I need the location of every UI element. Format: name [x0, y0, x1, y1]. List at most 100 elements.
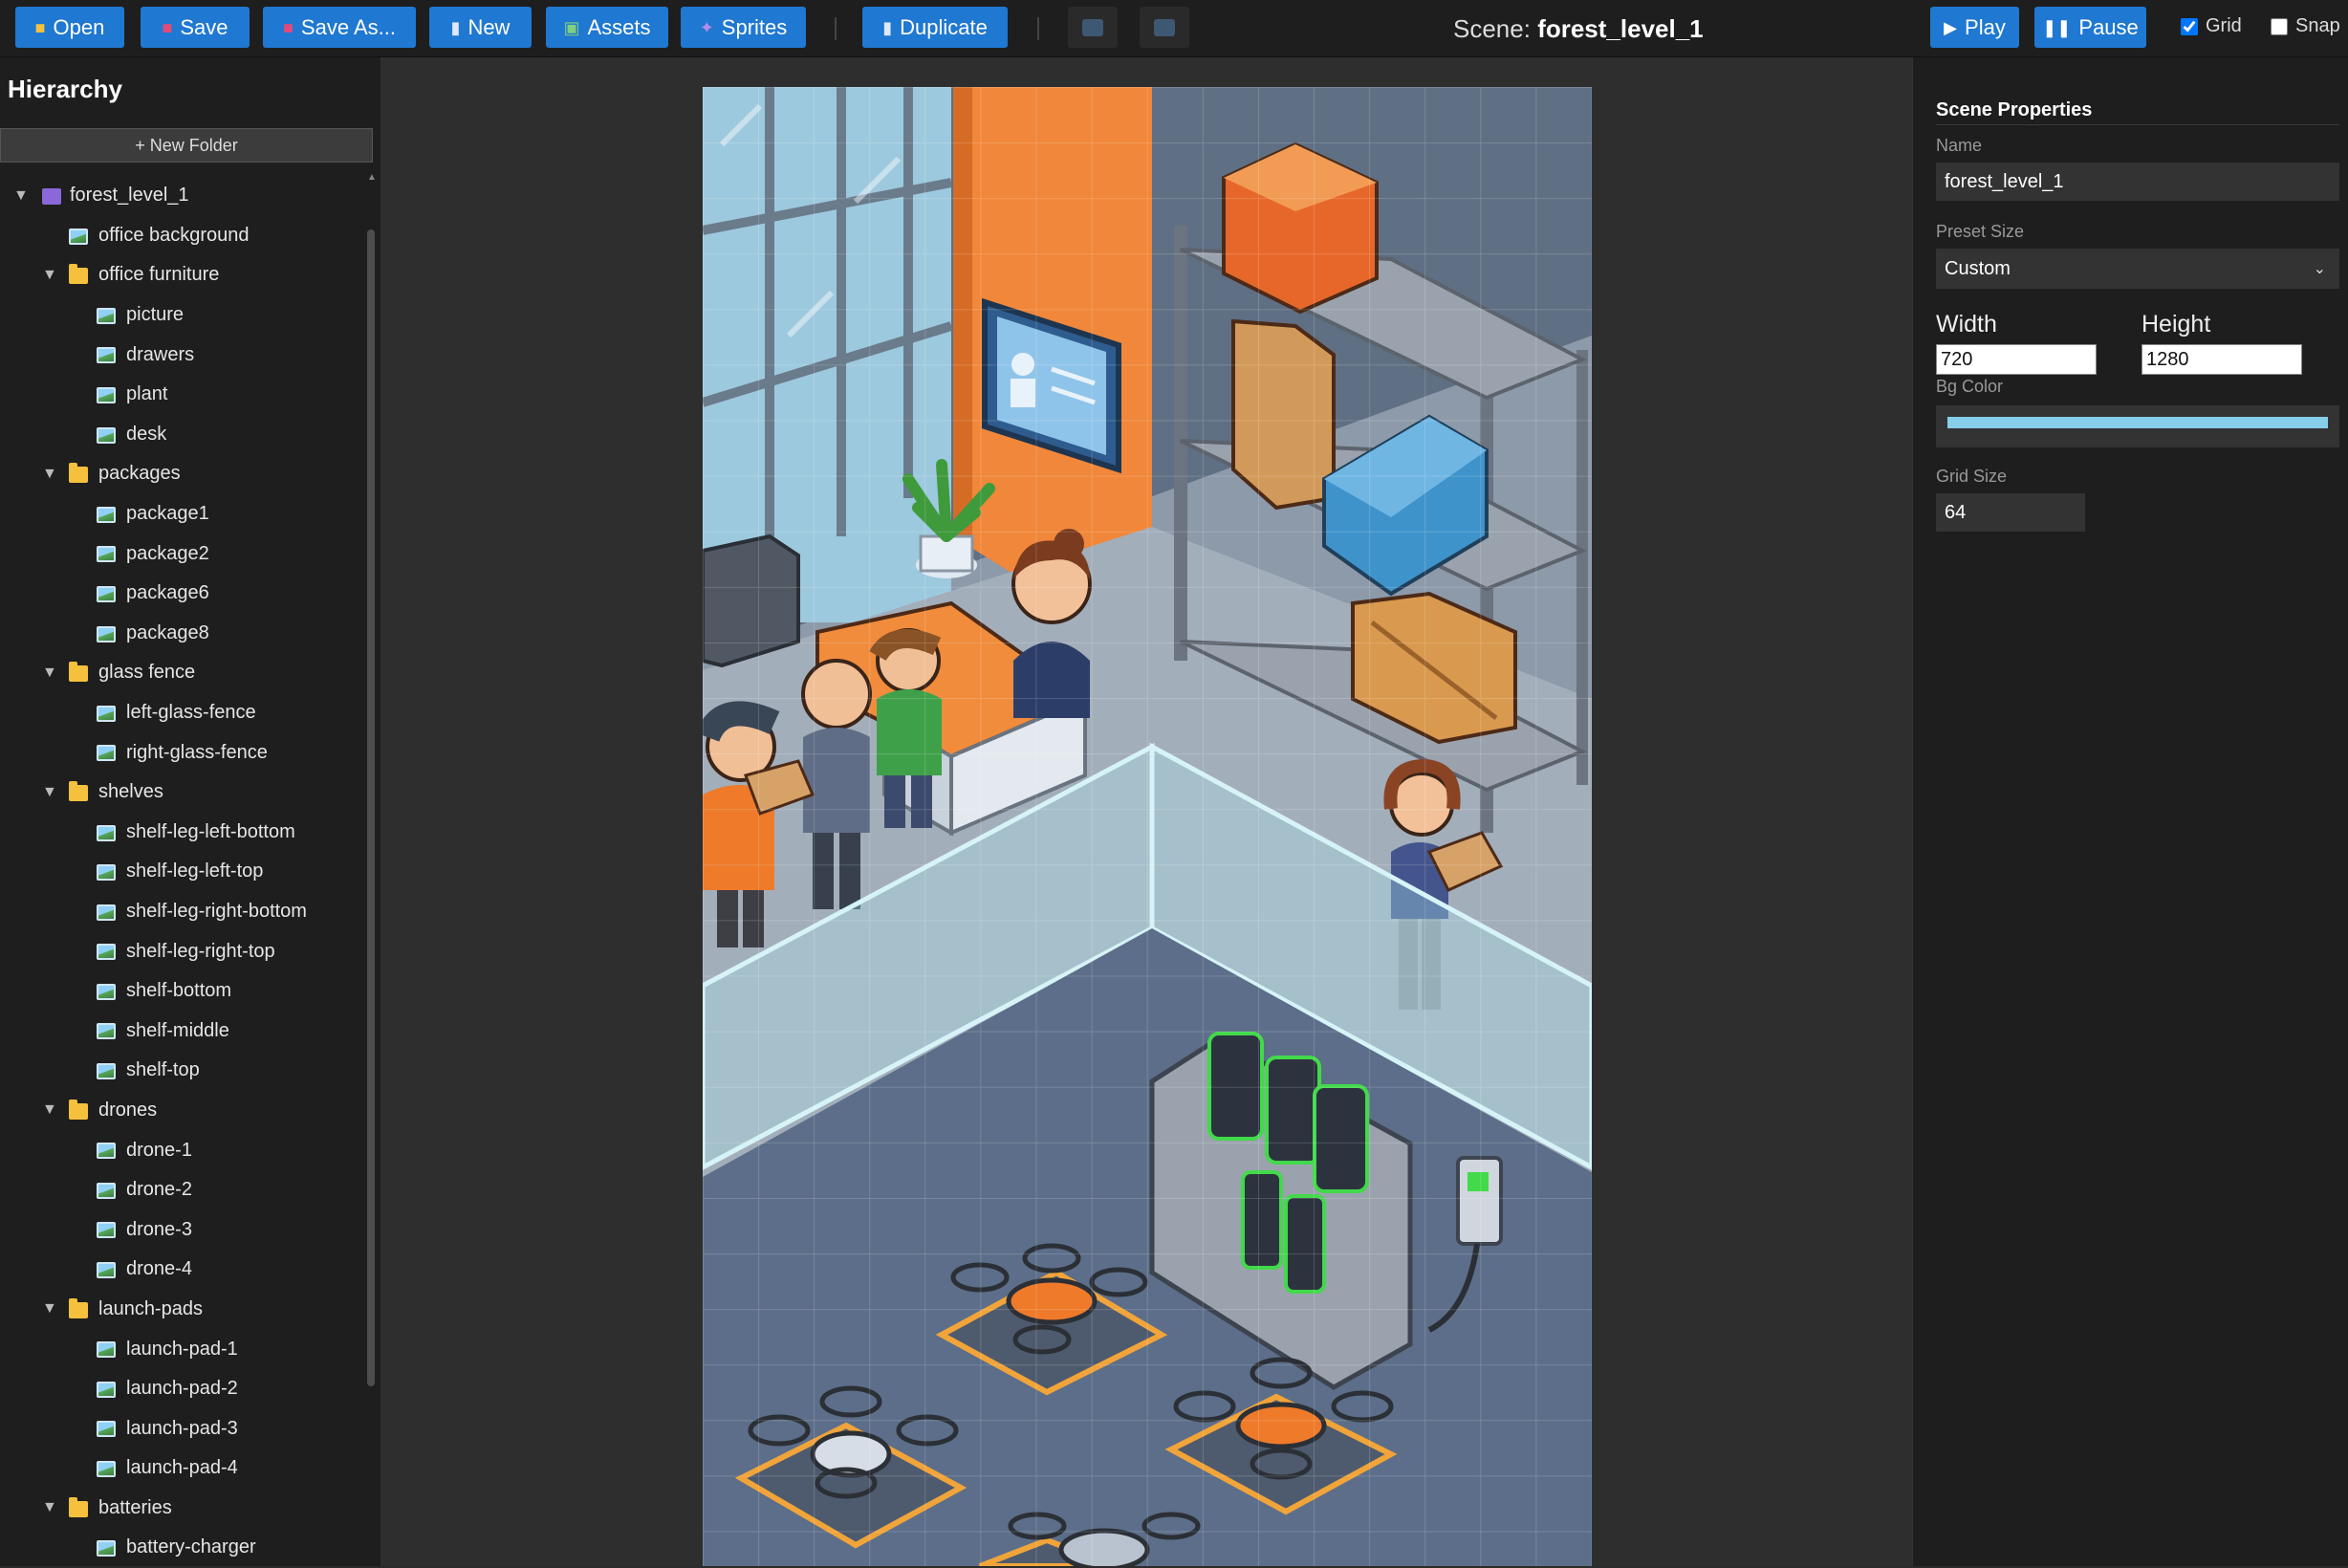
image-icon	[97, 904, 116, 921]
toolbar-divider	[1037, 17, 1039, 40]
scene-name-input[interactable]: forest_level_1	[1936, 163, 2339, 201]
new-folder-button[interactable]: + New Folder	[0, 128, 373, 163]
expand-arrow-icon[interactable]: ▼	[42, 1101, 57, 1119]
tree-item[interactable]: shelf-middle	[0, 1011, 367, 1051]
tree-item[interactable]: right-glass-fence	[0, 732, 367, 773]
document-icon: ▮	[882, 17, 893, 37]
tree-item[interactable]: office background	[0, 216, 367, 256]
sprites-label: Sprites	[721, 14, 788, 39]
duplicate-label: Duplicate	[900, 14, 988, 39]
sprites-icon: ✦	[699, 17, 714, 37]
tree-item-label: plant	[126, 383, 168, 405]
tree-item[interactable]: shelf-leg-right-bottom	[0, 892, 367, 932]
tree-item[interactable]: battery-charger	[0, 1528, 367, 1568]
image-icon: ▣	[563, 17, 580, 37]
tree-item-label: shelf-leg-left-top	[126, 860, 264, 882]
play-button[interactable]: ▶ Play	[1930, 7, 2019, 48]
tree-folder[interactable]: ▼ drones	[0, 1091, 367, 1131]
save-button[interactable]: ■ Save	[141, 7, 250, 48]
tree-item[interactable]: left-glass-fence	[0, 693, 367, 733]
save-as-button[interactable]: ■ Save As...	[263, 7, 416, 48]
tree-item[interactable]: drawers	[0, 335, 367, 375]
tree-item[interactable]: shelf-leg-right-top	[0, 931, 367, 971]
tree-item-label: launch-pad-2	[126, 1378, 238, 1400]
tree-item[interactable]: shelf-bottom	[0, 971, 367, 1012]
tree-scene[interactable]: ▼ forest_level_1	[0, 176, 367, 216]
tree-item[interactable]: plant	[0, 375, 367, 415]
tree-item[interactable]: drone-3	[0, 1209, 367, 1250]
snap-checkbox[interactable]	[2271, 17, 2288, 35]
tree-item-label: office furniture	[98, 264, 220, 286]
duplicate-button[interactable]: ▮ Duplicate	[862, 7, 1008, 48]
width-input[interactable]: 720	[1936, 344, 2097, 375]
tree-item[interactable]: drone-2	[0, 1170, 367, 1210]
folder-icon	[69, 1496, 88, 1517]
grid-checkbox[interactable]	[2181, 17, 2198, 35]
snap-toggle[interactable]: Snap	[2271, 15, 2340, 37]
folder-icon	[69, 662, 88, 683]
image-icon	[97, 1262, 116, 1279]
undo-button[interactable]	[1068, 7, 1118, 48]
canvas-area[interactable]	[380, 57, 1912, 1566]
expand-arrow-icon[interactable]: ▼	[42, 664, 57, 682]
expand-arrow-icon[interactable]: ▼	[42, 784, 57, 801]
height-input[interactable]: 1280	[2141, 344, 2302, 375]
tree-item-label: shelf-middle	[126, 1019, 229, 1041]
tree-folder[interactable]: ▼ shelves	[0, 773, 367, 813]
tree-item[interactable]: shelf-top	[0, 1051, 367, 1091]
tree-folder[interactable]: ▼ batteries	[0, 1489, 367, 1529]
tree-folder[interactable]: ▼ glass fence	[0, 653, 367, 693]
bg-color-picker[interactable]	[1936, 405, 2339, 447]
redo-icon	[1154, 18, 1175, 36]
new-button[interactable]: ▮ New	[429, 7, 532, 48]
image-icon	[97, 983, 116, 1000]
folder-icon	[69, 1099, 88, 1120]
expand-arrow-icon[interactable]: ▼	[42, 1300, 57, 1318]
scroll-up-arrow[interactable]: ▲	[367, 172, 377, 183]
image-icon	[97, 1182, 116, 1199]
image-icon	[97, 944, 116, 961]
image-icon	[97, 386, 116, 403]
expand-arrow-icon[interactable]: ▼	[42, 1499, 57, 1516]
grid-size-input[interactable]: 64	[1936, 493, 2085, 532]
grid-toggle[interactable]: Grid	[2181, 15, 2242, 37]
expand-arrow-icon[interactable]: ▼	[42, 466, 57, 483]
redo-button[interactable]	[1140, 7, 1189, 48]
pause-button[interactable]: ❚❚ Pause	[2034, 7, 2146, 48]
tree-item[interactable]: package2	[0, 534, 367, 574]
scene-canvas[interactable]	[703, 87, 1592, 1566]
tree-item[interactable]: launch-pad-3	[0, 1408, 367, 1448]
image-icon	[97, 1421, 116, 1438]
tree-item[interactable]: package8	[0, 614, 367, 654]
sprites-button[interactable]: ✦ Sprites	[681, 7, 806, 48]
open-button[interactable]: ■ Open	[15, 7, 124, 48]
tree-item[interactable]: launch-pad-1	[0, 1329, 367, 1369]
tree-item[interactable]: shelf-leg-left-top	[0, 852, 367, 892]
tree-item-label: shelf-top	[126, 1059, 200, 1081]
tree-item[interactable]: package1	[0, 494, 367, 534]
tree-item[interactable]: shelf-leg-left-bottom	[0, 813, 367, 853]
tree-item[interactable]: launch-pad-2	[0, 1369, 367, 1409]
preset-size-select[interactable]: Custom ⌄	[1936, 249, 2339, 289]
tree-item[interactable]: package6	[0, 574, 367, 614]
tree-folder[interactable]: ▼ launch-pads	[0, 1290, 367, 1330]
tree-item[interactable]: picture	[0, 295, 367, 336]
image-icon	[97, 307, 116, 324]
tree-folder[interactable]: ▼ packages	[0, 454, 367, 494]
hierarchy-scrollbar[interactable]	[367, 229, 375, 1386]
image-icon	[97, 1222, 116, 1239]
tree-item[interactable]: launch-pad-4	[0, 1448, 367, 1489]
tree-item-label: launch-pads	[98, 1297, 203, 1319]
scene-properties-panel: Scene Properties Name forest_level_1 Pre…	[1912, 57, 2348, 1566]
image-icon	[97, 1381, 116, 1398]
tree-item[interactable]: drone-4	[0, 1250, 367, 1290]
tree-item-label: drone-3	[126, 1218, 192, 1240]
snap-label: Snap	[2295, 15, 2340, 36]
tree-item-label: desk	[126, 423, 167, 445]
expand-arrow-icon[interactable]: ▼	[42, 267, 57, 284]
tree-item[interactable]: drone-1	[0, 1130, 367, 1170]
tree-item[interactable]: desk	[0, 415, 367, 455]
tree-folder[interactable]: ▼ office furniture	[0, 255, 367, 295]
expand-arrow-icon[interactable]: ▼	[13, 187, 29, 205]
assets-button[interactable]: ▣ Assets	[546, 7, 668, 48]
